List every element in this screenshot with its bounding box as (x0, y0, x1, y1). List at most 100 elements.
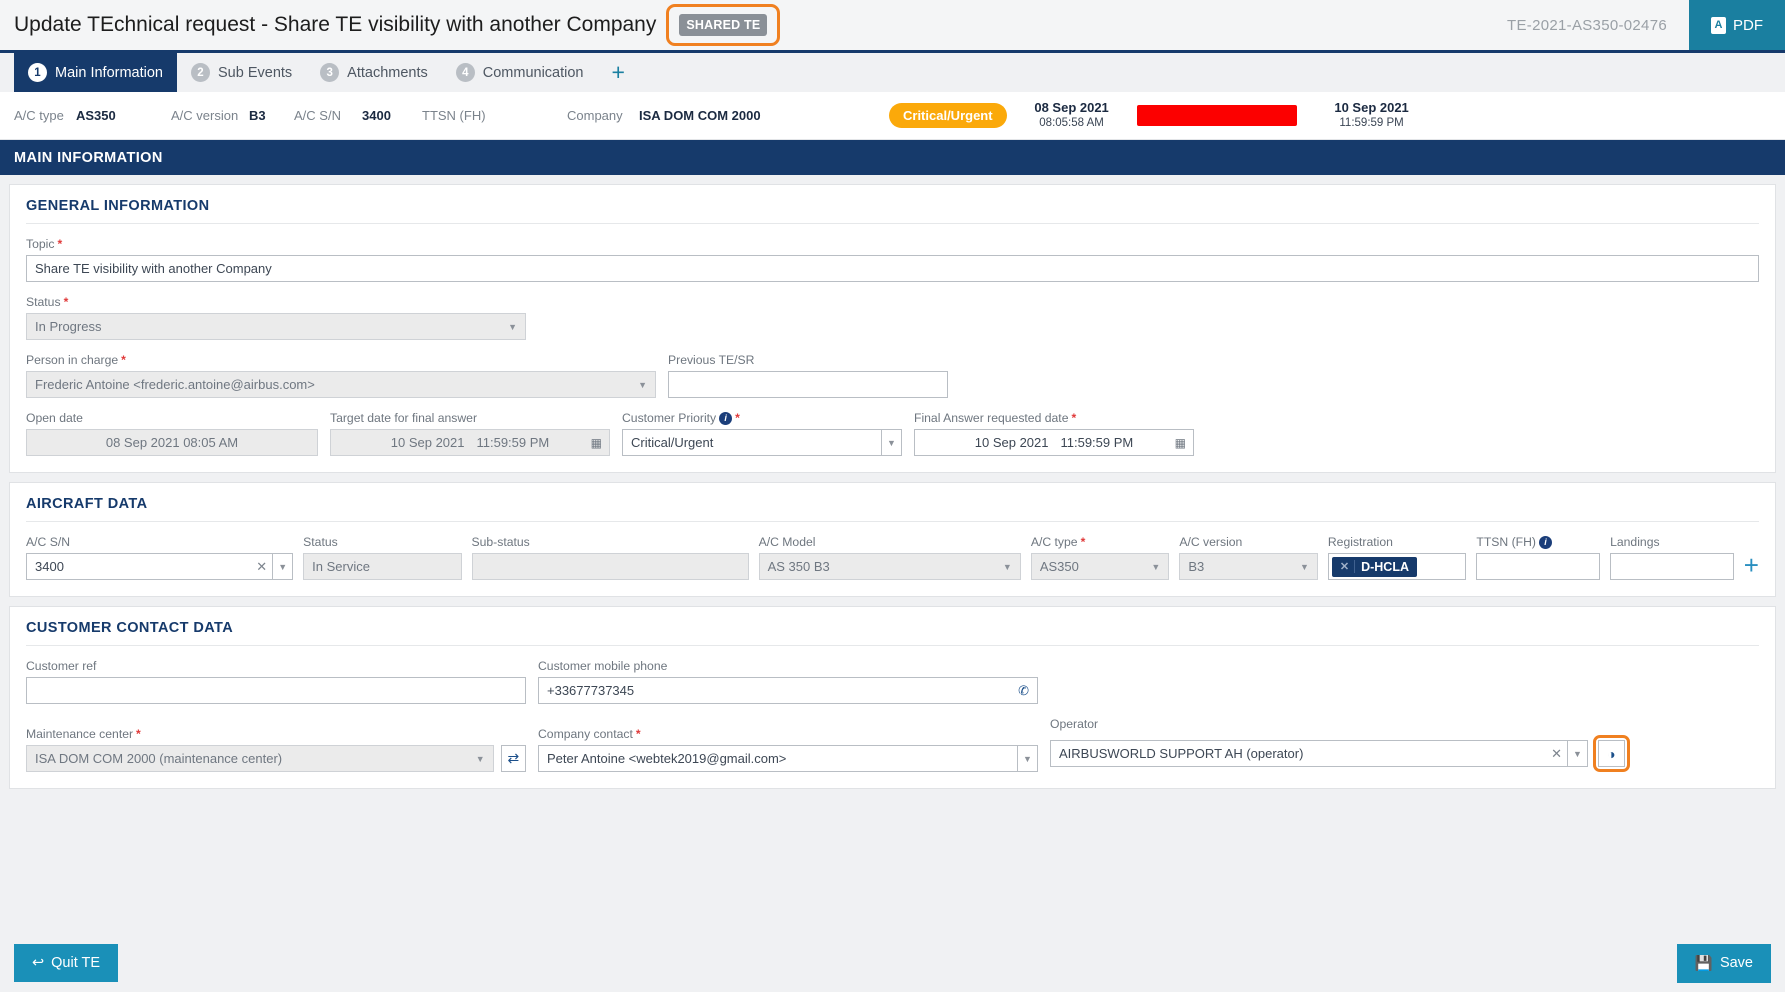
ac-type-select[interactable]: AS350 ▼ (1031, 553, 1170, 580)
customer-priority-label: Customer Priority i * (622, 411, 902, 425)
aircraft-summary-bar: A/C type AS350 A/C version B3 A/C S/N 34… (0, 92, 1785, 140)
save-button[interactable]: 💾 Save (1677, 944, 1771, 983)
tab-number: 1 (28, 63, 47, 82)
customer-contact-data-card: CUSTOMER CONTACT DATA Customer ref Custo… (9, 606, 1776, 789)
general-information-card: GENERAL INFORMATION Topic* Share TE visi… (9, 184, 1776, 473)
ac-sn-label: A/C S/N (26, 535, 293, 549)
ac-version-label: A/C version (1179, 535, 1318, 549)
registration-chip[interactable]: ✕ D-HCLA (1332, 557, 1417, 577)
maintenance-center-value: ISA DOM COM 2000 (maintenance center) (35, 751, 282, 766)
summary-open-date-time: 08:05:58 AM (1007, 116, 1137, 130)
summary-ac-type-value: AS350 (76, 108, 171, 123)
title-bar-right: TE-2021-AS350-02476 A PDF (1507, 0, 1785, 50)
required-marker: * (64, 295, 69, 309)
phone-icon[interactable]: ✆ (1018, 683, 1029, 699)
general-information-title: GENERAL INFORMATION (26, 198, 1759, 224)
topic-label: Topic* (26, 237, 1759, 251)
tab-communication[interactable]: 4 Communication (442, 53, 598, 92)
tab-main-information[interactable]: 1 Main Information (14, 53, 177, 92)
ac-type-value: AS350 (1040, 559, 1079, 574)
ac-model-select[interactable]: AS 350 B3 ▼ (759, 553, 1021, 580)
main-information-section-header: MAIN INFORMATION (0, 140, 1785, 175)
person-in-charge-value: Frederic Antoine <frederic.antoine@airbu… (35, 377, 315, 392)
pdf-icon: A (1711, 17, 1726, 34)
pdf-button[interactable]: A PDF (1689, 0, 1785, 50)
chevron-down-icon: ▼ (476, 754, 485, 764)
landings-input[interactable] (1610, 553, 1734, 580)
customer-mobile-phone-input[interactable]: +33677737345 ✆ (538, 677, 1038, 704)
registration-chip-label: D-HCLA (1361, 560, 1409, 574)
company-contact-select[interactable]: Peter Antoine <webtek2019@gmail.com> ▼ (538, 745, 1038, 772)
customer-contact-data-title: CUSTOMER CONTACT DATA (26, 620, 1759, 646)
chevron-down-icon: ▼ (1300, 562, 1309, 572)
calendar-icon[interactable]: ▦ (1175, 436, 1186, 450)
required-marker: * (636, 727, 641, 741)
summary-ac-version-value: B3 (249, 108, 294, 123)
summary-ac-sn-label: A/C S/N (294, 108, 362, 123)
quit-te-button[interactable]: ↩ Quit TE (14, 944, 118, 982)
summary-final-date-day: 10 Sep 2021 (1297, 100, 1447, 116)
clear-icon[interactable]: ✕ (1546, 746, 1567, 762)
operator-action-highlight: ◑ (1593, 735, 1630, 772)
summary-ac-type-label: A/C type (14, 108, 76, 123)
topic-input[interactable]: Share TE visibility with another Company (26, 255, 1759, 282)
ac-sn-value: 3400 (35, 559, 64, 574)
landings-label: Landings (1610, 535, 1734, 549)
company-contact-value: Peter Antoine <webtek2019@gmail.com> (547, 751, 786, 766)
tab-label: Sub Events (218, 65, 292, 81)
tab-attachments[interactable]: 3 Attachments (306, 53, 442, 92)
status-badge-shared-te: SHARED TE (679, 14, 767, 36)
target-date-time: 11:59:59 PM (476, 435, 549, 450)
ac-version-select[interactable]: B3 ▼ (1179, 553, 1318, 580)
aircraft-data-title: AIRCRAFT DATA (26, 496, 1759, 522)
customer-ref-input[interactable] (26, 677, 526, 704)
status-select[interactable]: In Progress ▼ (26, 313, 526, 340)
aircraft-status-label: Status (303, 535, 461, 549)
summary-open-date: 08 Sep 2021 08:05:58 AM (1007, 100, 1137, 131)
ttsn-input[interactable] (1476, 553, 1600, 580)
add-tab-icon[interactable]: + (598, 53, 639, 92)
form-content: GENERAL INFORMATION Topic* Share TE visi… (0, 175, 1785, 789)
add-aircraft-row-icon[interactable]: + (1744, 552, 1759, 580)
chevron-down-icon: ▼ (272, 554, 292, 579)
title-bar: Update TEchnical request - Share TE visi… (0, 0, 1785, 53)
registration-tag-field[interactable]: ✕ D-HCLA (1328, 553, 1467, 580)
visibility-share-icon[interactable]: ◑ (1598, 740, 1625, 767)
ttsn-label: TTSN (FH) i (1476, 535, 1600, 549)
final-answer-time: 11:59:59 PM (1060, 435, 1133, 450)
sub-status-label: Sub-status (472, 535, 749, 549)
quit-te-label: Quit TE (51, 955, 100, 971)
target-date-field: 10 Sep 2021 11:59:59 PM ▦ (330, 429, 610, 456)
chevron-down-icon: ▼ (1003, 562, 1012, 572)
previous-te-sr-input[interactable] (668, 371, 948, 398)
status-label: Status* (26, 295, 526, 309)
ac-version-value: B3 (1188, 559, 1204, 574)
remove-tag-icon[interactable]: ✕ (1340, 560, 1355, 573)
person-in-charge-select[interactable]: Frederic Antoine <frederic.antoine@airbu… (26, 371, 656, 398)
swap-maintenance-center-button[interactable]: ⇄ (501, 745, 526, 772)
final-answer-date-field[interactable]: 10 Sep 2021 11:59:59 PM ▦ (914, 429, 1194, 456)
summary-ac-version-label: A/C version (171, 108, 249, 123)
tab-bar: 1 Main Information 2 Sub Events 3 Attach… (0, 53, 1785, 92)
customer-priority-value: Critical/Urgent (631, 435, 713, 450)
tab-label: Attachments (347, 65, 428, 81)
summary-open-date-day: 08 Sep 2021 (1007, 100, 1137, 116)
summary-ac-sn-value: 3400 (362, 108, 422, 123)
open-date-field: 08 Sep 2021 08:05 AM (26, 429, 318, 456)
aircraft-data-card: AIRCRAFT DATA A/C S/N 3400 ✕ ▼ Status In… (9, 482, 1776, 597)
maintenance-center-select[interactable]: ISA DOM COM 2000 (maintenance center) ▼ (26, 745, 494, 772)
tab-sub-events[interactable]: 2 Sub Events (177, 53, 306, 92)
chevron-down-icon: ▼ (1567, 741, 1587, 766)
target-date-day: 10 Sep 2021 (391, 435, 465, 450)
clear-icon[interactable]: ✕ (251, 559, 272, 575)
operator-select[interactable]: AIRBUSWORLD SUPPORT AH (operator) ✕ ▼ (1050, 740, 1588, 767)
operator-label: Operator (1050, 717, 1630, 731)
required-marker: * (121, 353, 126, 367)
tab-number: 4 (456, 63, 475, 82)
chevron-down-icon: ▼ (1151, 562, 1160, 572)
ac-sn-select[interactable]: 3400 ✕ ▼ (26, 553, 293, 580)
ac-model-value: AS 350 B3 (768, 559, 830, 574)
registration-label: Registration (1328, 535, 1467, 549)
pdf-button-label: PDF (1733, 17, 1763, 34)
customer-priority-select[interactable]: Critical/Urgent ▼ (622, 429, 902, 456)
